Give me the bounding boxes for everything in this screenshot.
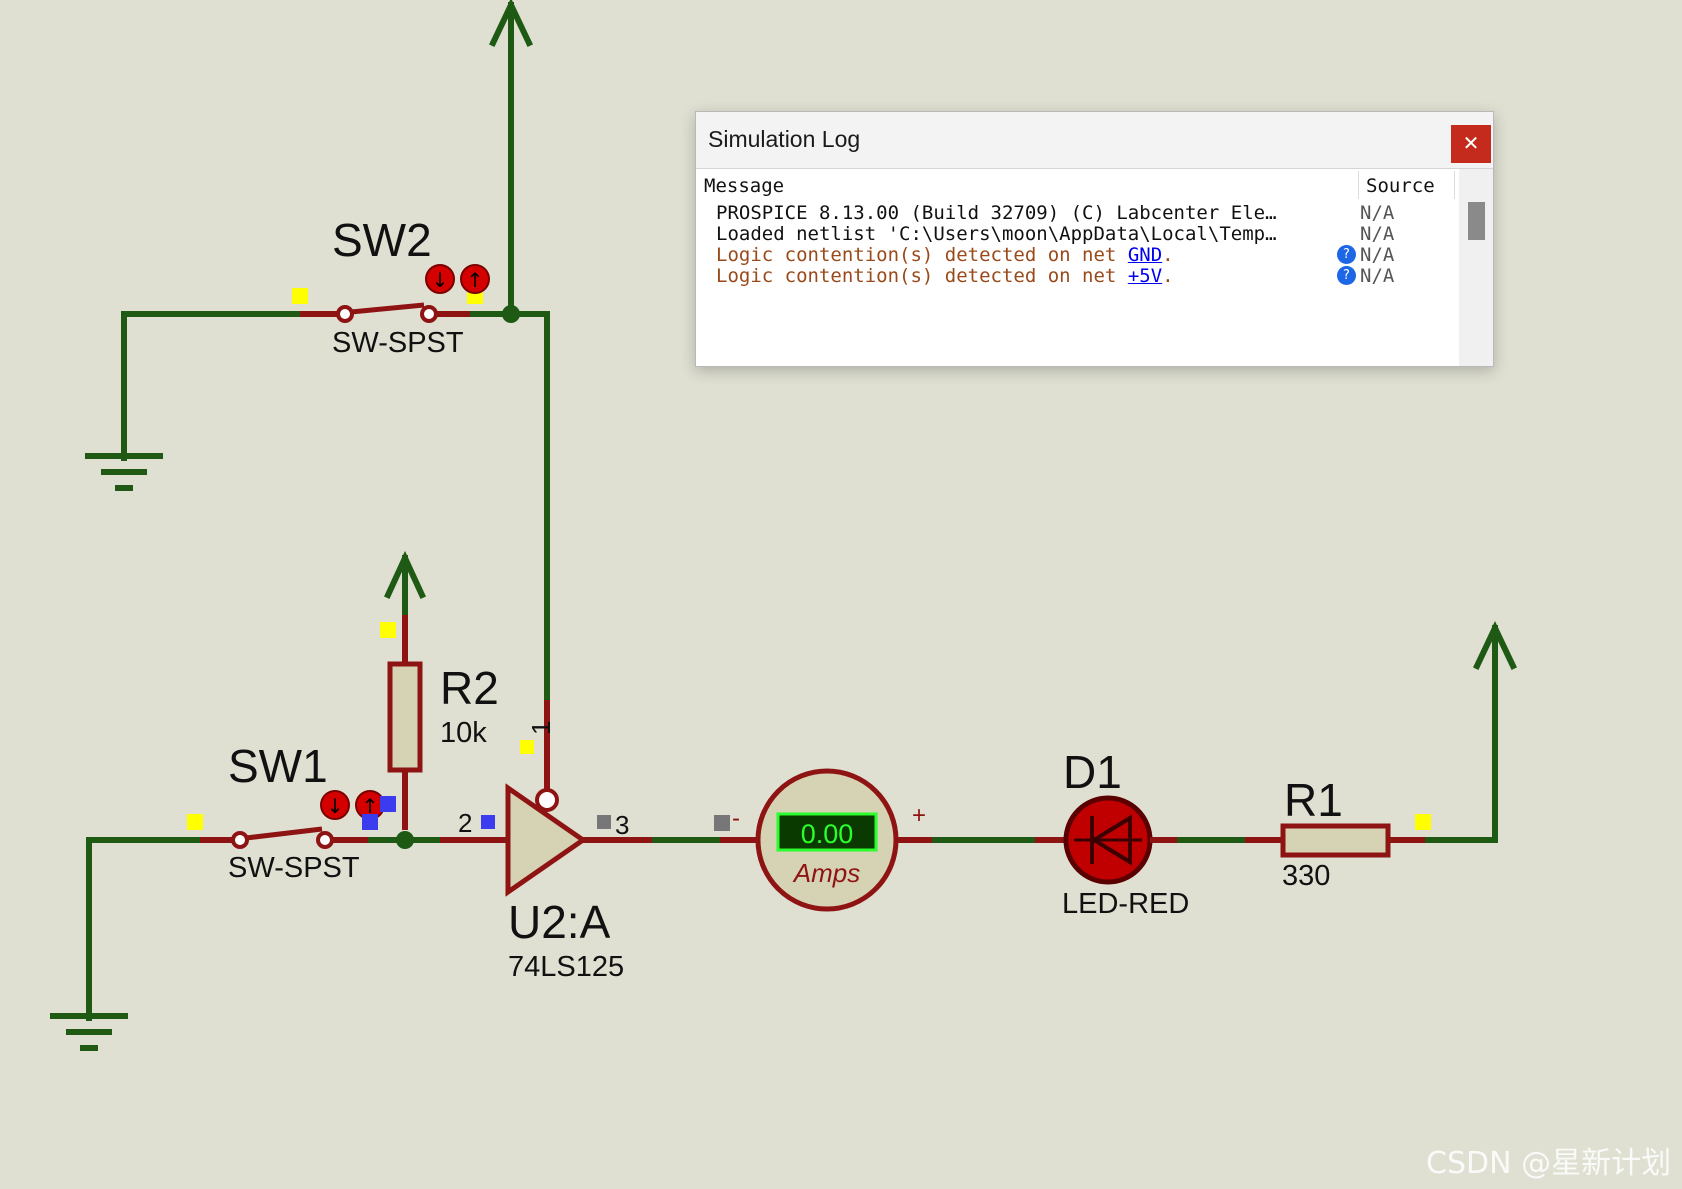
log-source: N/A <box>1360 265 1395 287</box>
close-button[interactable]: ✕ <box>1451 125 1491 163</box>
column-divider[interactable] <box>1454 171 1455 199</box>
log-message: Loaded netlist 'C:\Users\moon\AppData\Lo… <box>716 223 1277 245</box>
r1-value: 330 <box>1282 860 1330 892</box>
log-source: N/A <box>1360 202 1395 224</box>
junction-dot <box>502 305 520 323</box>
sw1-switch[interactable] <box>231 826 334 849</box>
r2-value: 10k <box>440 717 487 749</box>
log-message-suffix: . <box>1162 244 1174 266</box>
probe-marker <box>292 288 308 304</box>
log-message: PROSPICE 8.13.00 (Build 32709) (C) Labce… <box>716 202 1277 224</box>
power-terminal-top <box>489 0 533 321</box>
logic-state-marker <box>714 815 730 831</box>
d1-led[interactable] <box>1063 795 1153 885</box>
logic-state-marker <box>597 815 611 829</box>
log-message-suffix: . <box>1162 265 1174 287</box>
close-icon: ✕ <box>1462 133 1480 155</box>
r2-resistor[interactable] <box>387 661 423 773</box>
ammeter[interactable]: 0.00 Amps <box>755 768 899 912</box>
net-link-5v[interactable]: +5V <box>1128 265 1162 287</box>
log-row[interactable]: Logic contention(s) detected on net GND.… <box>696 244 1459 266</box>
simulation-log-window[interactable]: Simulation Log ✕ Message Source PROSPICE… <box>695 111 1494 367</box>
r1-ref: R1 <box>1284 774 1343 826</box>
sw2-close-button[interactable]: ↑ <box>460 264 490 294</box>
log-message-text: Logic contention(s) detected on net <box>716 244 1128 266</box>
help-icon[interactable]: ? <box>1337 245 1356 264</box>
u2-pin-en-label: 1 <box>526 721 556 735</box>
sw2-switch[interactable] <box>336 302 438 323</box>
column-header-source[interactable]: Source <box>1366 175 1435 197</box>
simulation-log-title: Simulation Log <box>708 126 861 152</box>
log-row[interactable]: PROSPICE 8.13.00 (Build 32709) (C) Labce… <box>696 202 1459 224</box>
vertical-scrollbar[interactable] <box>1459 169 1493 366</box>
svg-text:↓: ↓ <box>327 794 344 818</box>
simulation-log-titlebar[interactable]: Simulation Log ✕ <box>696 112 1493 169</box>
sw1-open-button[interactable]: ↓ <box>320 790 350 820</box>
u2-pin-in-label: 2 <box>458 808 472 838</box>
junction-dot <box>396 831 414 849</box>
svg-text:↓: ↓ <box>432 268 449 292</box>
u2-pin-out-label: 3 <box>615 810 629 840</box>
log-column-header: Message Source <box>696 169 1459 199</box>
ammeter-reading: 0.00 <box>801 819 854 849</box>
log-message: Logic contention(s) detected on net +5V. <box>716 265 1356 287</box>
sw2-value: SW-SPST <box>332 327 464 359</box>
sw2-wires <box>121 311 550 703</box>
logic-state-marker <box>481 815 495 829</box>
ammeter-unit: Amps <box>792 858 860 888</box>
d1-value: LED-RED <box>1062 888 1189 920</box>
probe-marker <box>187 814 203 830</box>
sw2-ref: SW2 <box>332 214 432 266</box>
power-terminal-r2 <box>384 550 426 618</box>
column-header-message[interactable]: Message <box>704 175 784 197</box>
u2-ref: U2:A <box>508 896 611 948</box>
d1-ref: D1 <box>1063 746 1122 798</box>
ammeter-minus: - <box>732 805 740 832</box>
help-icon[interactable]: ? <box>1337 266 1356 285</box>
sw2-open-button[interactable]: ↓ <box>425 264 455 294</box>
logic-state-marker <box>362 814 378 830</box>
probe-marker <box>520 740 534 754</box>
log-source: N/A <box>1360 244 1395 266</box>
log-row[interactable]: Logic contention(s) detected on net +5V.… <box>696 265 1459 287</box>
u2-value: 74LS125 <box>508 951 624 983</box>
ammeter-plus: + <box>912 802 926 829</box>
svg-text:↑: ↑ <box>467 268 484 292</box>
log-message: Logic contention(s) detected on net GND. <box>716 244 1356 266</box>
u2-buffer[interactable] <box>505 783 588 897</box>
sw1-ref: SW1 <box>228 740 328 792</box>
logic-state-marker <box>380 796 396 812</box>
net-link-gnd[interactable]: GND <box>1128 244 1162 266</box>
sw1-value: SW-SPST <box>228 852 360 884</box>
watermark: CSDN @星新计划 <box>1426 1146 1672 1181</box>
column-divider[interactable] <box>1358 171 1359 199</box>
r1-resistor[interactable] <box>1280 823 1391 858</box>
log-message-text: Logic contention(s) detected on net <box>716 265 1128 287</box>
scrollbar-thumb[interactable] <box>1468 202 1485 240</box>
power-terminal-right <box>1425 620 1517 843</box>
probe-marker <box>380 622 396 638</box>
r2-ref: R2 <box>440 662 499 714</box>
log-row[interactable]: Loaded netlist 'C:\Users\moon\AppData\Lo… <box>696 223 1459 245</box>
probe-marker <box>1415 814 1431 830</box>
log-source: N/A <box>1360 223 1395 245</box>
